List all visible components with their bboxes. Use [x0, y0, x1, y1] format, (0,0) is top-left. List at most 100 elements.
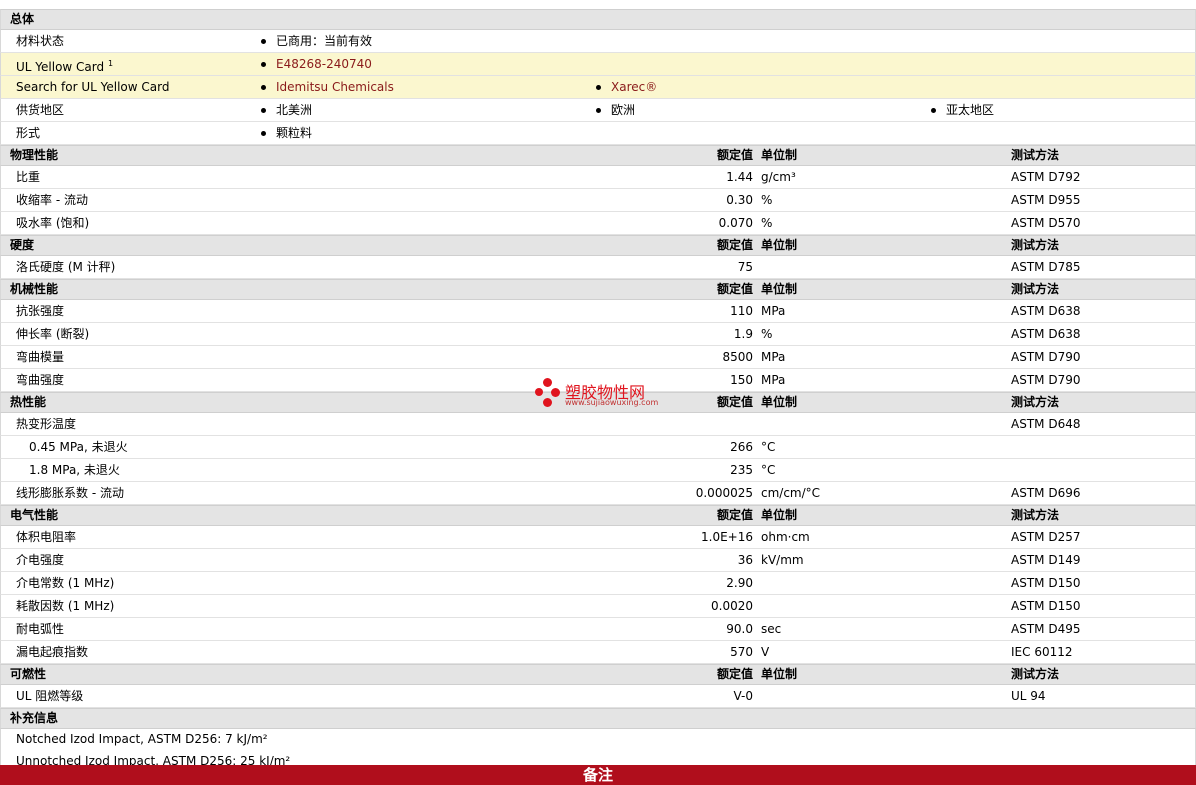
property-value: 36 [737, 553, 753, 567]
header-value: 额定值 [716, 395, 753, 409]
property-name: 耐电弧性 [16, 622, 65, 636]
property-unit: V [761, 645, 770, 659]
test-method: IEC 60112 [1011, 645, 1073, 659]
test-method: ASTM D792 [1011, 170, 1081, 184]
property-name: 弯曲模量 [16, 350, 65, 364]
property-row: 抗张强度 110 MPa ASTM D638 [0, 300, 1196, 323]
watermark-logo: 塑胶物性网 www.sujiaowuxing.com [535, 376, 675, 412]
property-value: 1.44 [726, 170, 753, 184]
property-row: 1.8 MPa, 未退火 235 °C [0, 459, 1196, 482]
property-value: 0.0020 [711, 599, 753, 613]
property-value: V-0 [733, 689, 753, 703]
test-method: ASTM D150 [1011, 599, 1081, 613]
property-unit: sec [761, 622, 782, 636]
header-unit: 单位制 [761, 395, 798, 409]
region-europe: 欧洲 [595, 99, 635, 121]
ul-card-row: UL Yellow Card 1 E48268-240740 [0, 53, 1196, 76]
property-value: 0.070 [718, 216, 753, 230]
test-method: ASTM D495 [1011, 622, 1081, 636]
property-unit: kV/mm [761, 553, 804, 567]
property-name: 收缩率 - 流动 [16, 193, 88, 207]
header-value: 额定值 [716, 238, 753, 252]
property-value: 235 [730, 463, 753, 477]
test-method: ASTM D955 [1011, 193, 1081, 207]
property-name: 洛氏硬度 (M 计秤) [16, 260, 116, 274]
header-method: 测试方法 [1011, 667, 1060, 681]
property-value: 110 [730, 304, 753, 318]
section-title: 热性能 [10, 395, 47, 409]
property-value: 150 [730, 373, 753, 387]
property-name: 吸水率 (饱和) [16, 216, 90, 230]
region-north-america: 北美洲 [260, 99, 312, 121]
property-row: 耐电弧性 90.0 sec ASTM D495 [0, 618, 1196, 641]
property-value: 75 [737, 260, 753, 274]
property-row: 0.45 MPa, 未退火 266 °C [0, 436, 1196, 459]
header-method: 测试方法 [1011, 238, 1060, 252]
section-mechanical: 机械性能 额定值 单位制 测试方法 [0, 279, 1196, 300]
property-name: 比重 [16, 170, 41, 184]
header-value: 额定值 [716, 282, 753, 296]
property-name: 伸长率 (断裂) [16, 327, 90, 341]
header-method: 测试方法 [1011, 395, 1060, 409]
property-name: 热变形温度 [16, 417, 77, 431]
property-unit: % [761, 216, 773, 230]
property-value: 570 [730, 645, 753, 659]
property-name: 弯曲强度 [16, 373, 65, 387]
note-text: Notched Izod Impact, ASTM D256: 7 kJ/m² [16, 732, 268, 746]
ul-card-link-wrap: E48268-240740 [260, 53, 372, 75]
header-unit: 单位制 [761, 282, 798, 296]
property-name: 介电常数 (1 MHz) [16, 576, 115, 590]
material-status-row: 材料状态 已商用：当前有效 [0, 30, 1196, 53]
property-row: 漏电起痕指数 570 V IEC 60112 [0, 641, 1196, 664]
row-label: 供货地区 [16, 103, 65, 117]
section-title: 可燃性 [10, 667, 47, 681]
property-value: 1.9 [733, 327, 753, 341]
property-row: 线形膨胀系数 - 流动 0.000025 cm/cm/°C ASTM D696 [0, 482, 1196, 505]
link-wrap: Idemitsu Chemicals [260, 76, 394, 98]
property-value: 2.90 [726, 576, 753, 590]
property-row: 收缩率 - 流动 0.30% ASTM D955 [0, 189, 1196, 212]
test-method: ASTM D257 [1011, 530, 1081, 544]
section-electrical: 电气性能 额定值 单位制 测试方法 [0, 505, 1196, 526]
section-title: 机械性能 [10, 282, 59, 296]
property-name: 1.8 MPa, 未退火 [29, 463, 120, 477]
xarec-link[interactable]: Xarec® [611, 80, 657, 94]
section-general: 总体 [0, 9, 1196, 30]
watermark-url: www.sujiaowuxing.com [565, 398, 659, 407]
test-method: ASTM D149 [1011, 553, 1081, 567]
ul-card-link[interactable]: E48268-240740 [276, 57, 372, 71]
property-unit: cm/cm/°C [761, 486, 821, 500]
row-label: 材料状态 [16, 34, 65, 48]
property-name: 线形膨胀系数 - 流动 [16, 486, 124, 500]
header-value: 额定值 [716, 508, 753, 522]
test-method: ASTM D696 [1011, 486, 1081, 500]
header-method: 测试方法 [1011, 508, 1060, 522]
property-value: 0.000025 [695, 486, 753, 500]
form-row: 形式 颗粒料 [0, 122, 1196, 145]
property-row: 比重 1.44 g/cm³ ASTM D792 [0, 166, 1196, 189]
test-method: ASTM D638 [1011, 304, 1081, 318]
row-value: 颗粒料 [260, 122, 312, 144]
property-row: 耗散因数 (1 MHz) 0.0020 ASTM D150 [0, 595, 1196, 618]
section-title: 物理性能 [10, 148, 59, 162]
section-title: 补充信息 [10, 711, 59, 725]
header-unit: 单位制 [761, 238, 798, 252]
header-unit: 单位制 [761, 148, 798, 162]
header-method: 测试方法 [1011, 282, 1060, 296]
section-hardness: 硬度 额定值 单位制 测试方法 [0, 235, 1196, 256]
header-method: 测试方法 [1011, 148, 1060, 162]
property-name: 漏电起痕指数 [16, 645, 89, 659]
section-title: 硬度 [10, 238, 35, 252]
link-wrap: Xarec® [595, 76, 657, 98]
header-value: 额定值 [716, 148, 753, 162]
property-unit: °C [761, 440, 776, 454]
property-unit: MPa [761, 350, 786, 364]
section-flammability: 可燃性 额定值 单位制 测试方法 [0, 664, 1196, 685]
row-label: 形式 [16, 126, 41, 140]
idemitsu-link[interactable]: Idemitsu Chemicals [276, 80, 394, 94]
supply-region-row: 供货地区 北美洲 欧洲 亚太地区 [0, 99, 1196, 122]
section-title: 电气性能 [10, 508, 59, 522]
property-value: 90.0 [726, 622, 753, 636]
test-method: ASTM D790 [1011, 373, 1081, 387]
property-unit: g/cm³ [761, 170, 796, 184]
